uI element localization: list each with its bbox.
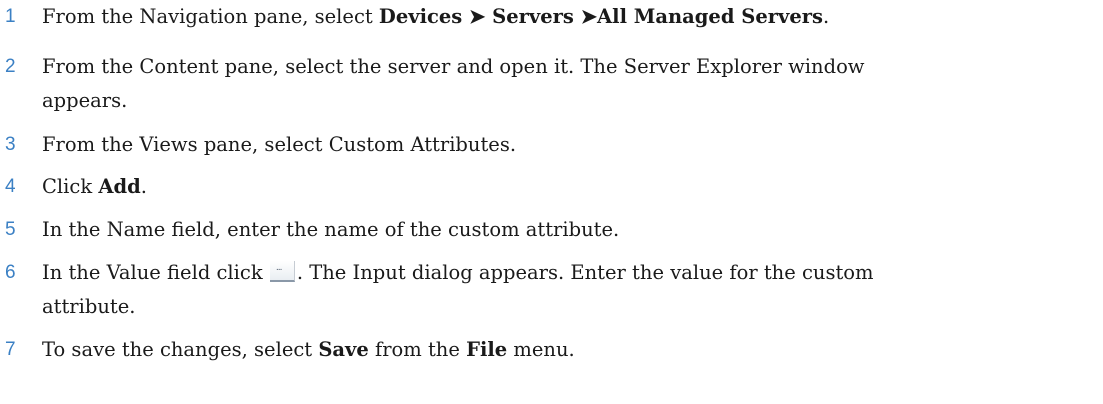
text-segment: From the Navigation pane, select (42, 5, 379, 28)
ui-term-bold: File (466, 338, 508, 361)
step-text: From the Navigation pane, select Devices… (42, 0, 1092, 34)
step-text-line: To save the changes, select Save from th… (42, 333, 1092, 367)
step-text: In the Name field, enter the name of the… (42, 213, 1092, 247)
text-segment: From the Content pane, select the server… (42, 55, 865, 78)
ellipsis-button-icon: ... (269, 261, 295, 282)
text-segment: . The Input dialog appears. Enter the va… (296, 261, 874, 284)
step-number: 7 (5, 339, 16, 360)
step-text-line: From the Views pane, select Custom Attri… (42, 128, 1092, 162)
step-number: 4 (5, 176, 16, 197)
ui-term-bold: Devices ➤ Servers ➤All Managed Servers (378, 5, 824, 28)
step-text-line: From the Content pane, select the server… (42, 50, 1092, 84)
step-text: From the Content pane, select the server… (42, 50, 1092, 118)
step-text: Click Add. (42, 170, 1092, 204)
step-number: 3 (5, 134, 16, 155)
text-segment: appears. (42, 89, 128, 112)
text-segment: menu. (507, 338, 575, 361)
text-segment: In the Value field click (42, 261, 269, 284)
step-text-line: In the Name field, enter the name of the… (42, 213, 1092, 247)
step-text-line: appears. (42, 84, 1092, 118)
step-text: In the Value field click ... . The Input … (42, 256, 1092, 324)
step-number: 2 (5, 56, 16, 77)
text-segment: From the Views pane, select Custom Attri… (42, 133, 517, 156)
ui-term-bold: Save (318, 338, 369, 361)
step-number: 5 (5, 219, 16, 240)
step-text-line: In the Value field click ... . The Input … (42, 256, 1092, 290)
step-text-line: From the Navigation pane, select Devices… (42, 0, 1092, 34)
text-segment: . (140, 175, 147, 198)
step-text-line: attribute. (42, 290, 1092, 324)
step-number: 6 (5, 262, 16, 283)
step-text-line: Click Add. (42, 170, 1092, 204)
step-number: 1 (5, 6, 16, 27)
text-segment: In the Name field, enter the name of the… (42, 218, 620, 241)
text-segment: attribute. (42, 295, 136, 318)
ui-term-bold: Add (98, 175, 141, 198)
step-text: From the Views pane, select Custom Attri… (42, 128, 1092, 162)
text-segment: To save the changes, select (42, 338, 319, 361)
text-segment: Click (42, 175, 99, 198)
ellipsis-glyph: ... (275, 263, 283, 273)
step-text: To save the changes, select Save from th… (42, 333, 1092, 367)
procedure-steps-list: 1 From the Navigation pane, select Device… (0, 0, 1103, 404)
text-segment: . (823, 5, 830, 28)
text-segment: from the (368, 338, 467, 361)
